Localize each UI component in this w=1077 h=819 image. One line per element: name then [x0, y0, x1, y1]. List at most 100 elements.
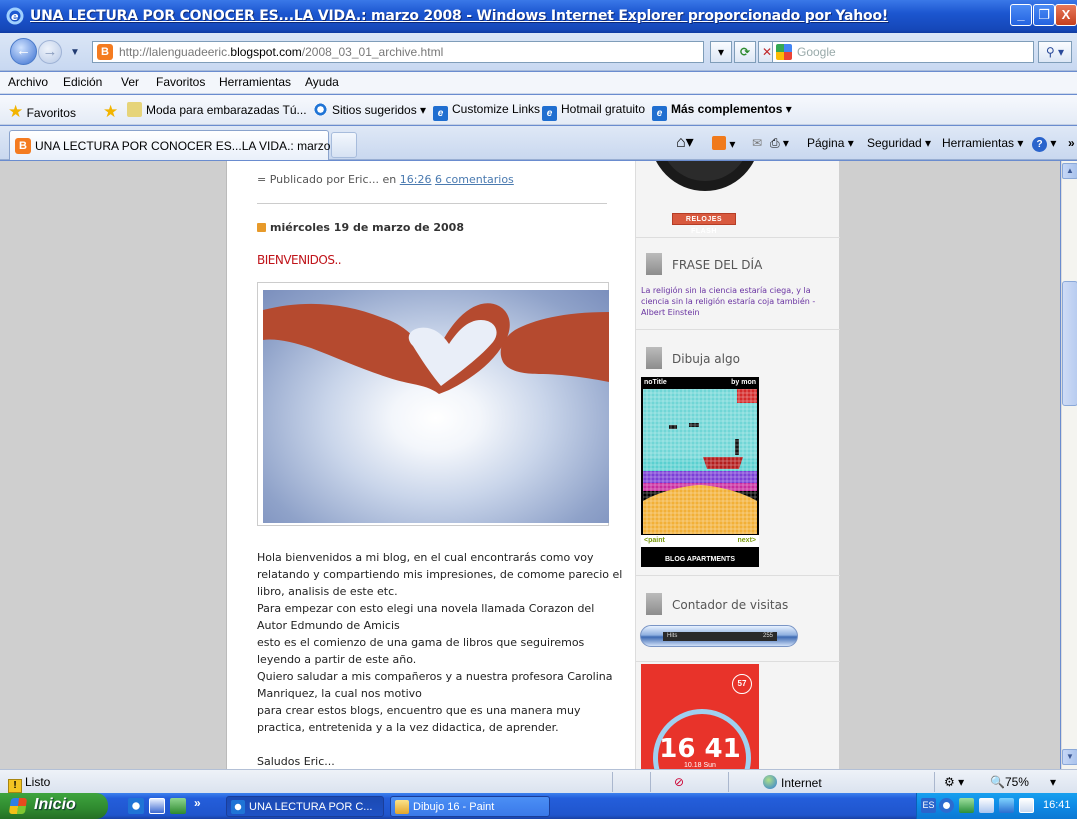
drawing-title: noTitle	[644, 379, 667, 386]
relojes-flash-badge[interactable]: RELOJES FLASH	[672, 213, 736, 235]
back-nav-tray-icon[interactable]	[939, 798, 954, 813]
tab-active[interactable]: B UNA LECTURA POR CONOCER ES...LA VIDA.:…	[9, 130, 344, 160]
drawing-canvas[interactable]	[643, 389, 757, 534]
back-button[interactable]: ←	[10, 38, 37, 65]
widget-count-badge: 57	[732, 674, 752, 694]
tray-clock[interactable]: 16:41	[1043, 799, 1071, 811]
date-icon	[257, 223, 266, 232]
warning-icon: !	[8, 779, 22, 793]
messenger-icon[interactable]	[170, 798, 186, 814]
fav-item-customize[interactable]: e Customize Links	[433, 102, 540, 121]
taskbar-button-ie[interactable]: UNA LECTURA POR C...	[226, 796, 384, 817]
forward-button[interactable]: →	[38, 40, 62, 64]
search-button[interactable]: ⚲ ▾	[1038, 41, 1072, 63]
scroll-down-button[interactable]: ▼	[1062, 749, 1077, 765]
ie-icon: e	[6, 7, 24, 25]
scroll-up-button[interactable]: ▲	[1062, 163, 1077, 179]
sync-icon[interactable]	[999, 798, 1014, 813]
menu-herramientas[interactable]: Herramientas	[219, 75, 291, 89]
widget-date: 10.18 Sun	[684, 762, 716, 769]
frase-text: La religión sin la ciencia estaría ciega…	[641, 286, 816, 317]
mail-icon[interactable]: ✉	[752, 136, 762, 150]
print-icon[interactable]: ⎙ ▾	[770, 136, 789, 151]
menu-archivo[interactable]: Archivo	[8, 75, 48, 89]
tools-menu[interactable]: Herramientas ▾	[942, 136, 1023, 150]
post-time-link[interactable]: 16:26	[400, 173, 432, 186]
close-button[interactable]: X	[1055, 4, 1077, 26]
scroll-thumb[interactable]	[1062, 281, 1077, 406]
divider	[650, 772, 651, 792]
counter-bar: Hits 255	[663, 632, 777, 641]
taskbar-button-paint[interactable]: Dibujo 16 - Paint	[390, 796, 550, 817]
zoom-dropdown-icon[interactable]: ▾	[1050, 775, 1056, 789]
protected-mode-icon[interactable]: ⚙ ▾	[944, 775, 964, 789]
menu-favoritos[interactable]: Favoritos	[156, 75, 205, 89]
windows-flag-icon	[8, 798, 28, 814]
divider	[636, 575, 840, 576]
widget-icon	[646, 347, 662, 369]
fav-item-complementos[interactable]: e Más complementos ▾	[652, 102, 792, 121]
vertical-scrollbar[interactable]: ▲ ▼	[1061, 161, 1077, 769]
google-icon	[776, 44, 792, 60]
zoom-control[interactable]: 🔍75%	[990, 775, 1029, 789]
divider	[934, 772, 935, 792]
drawing-widget[interactable]: noTitle by mon <paint next> BLOG APARTME…	[641, 377, 759, 567]
post-body: Hola bienvenidos a mi blog, en el cual e…	[257, 549, 622, 769]
display-icon[interactable]	[1019, 798, 1034, 813]
clock-counter-widget[interactable]: 57 16 41 10.18 Sun	[641, 664, 759, 769]
quicklaunch-more-icon[interactable]: »	[194, 796, 201, 810]
post-body-line: Para empezar con esto elegi una novela l…	[257, 602, 595, 615]
more-commands-icon[interactable]: »	[1068, 136, 1075, 150]
zone-indicator[interactable]: Internet	[763, 775, 822, 790]
address-dropdown-button[interactable]: ▾	[710, 41, 732, 63]
address-toolbar: ← → ▼ B http://lalenguadeeric.blogspot.c…	[0, 33, 1077, 71]
search-input[interactable]: Google	[772, 41, 1034, 63]
drawing-footer[interactable]: BLOG APARTMENTS	[641, 553, 759, 566]
menu-ayuda[interactable]: Ayuda	[305, 75, 339, 89]
contador-title: Contador de visitas	[646, 593, 788, 615]
fav-item-sitios[interactable]: Sitios sugeridos ▾	[313, 102, 426, 117]
language-icon[interactable]: ES	[921, 798, 936, 813]
post-body-line: esto es el comienzo de una gama de libro…	[257, 636, 585, 649]
network-icon[interactable]	[959, 798, 974, 813]
menu-edicion[interactable]: Edición	[63, 75, 102, 89]
start-button[interactable]: Inicio	[0, 793, 108, 819]
ie-page-icon: e	[433, 106, 448, 121]
favorites-button[interactable]: ★ Favoritos	[8, 102, 76, 122]
post-meta: = Publicado por Eric... en 16:26 6 comen…	[257, 173, 514, 186]
ie-quicklaunch-icon[interactable]	[128, 798, 144, 814]
show-desktop-icon[interactable]	[149, 798, 165, 814]
history-dropdown-icon[interactable]: ▼	[70, 47, 80, 58]
status-bar: ! Listo ⊘ Internet ⚙ ▾ 🔍75% ▾	[0, 769, 1077, 793]
drawing-header: noTitle by mon	[641, 377, 759, 389]
fav-item-hotmail[interactable]: e Hotmail gratuito	[542, 102, 645, 121]
volume-icon[interactable]	[979, 798, 994, 813]
clock-face: 6	[660, 161, 750, 181]
back-arrow-icon: ←	[16, 42, 31, 59]
post-title: BIENVENIDOS..	[257, 253, 342, 267]
clock-widget[interactable]: 6	[650, 161, 760, 191]
visit-counter[interactable]: Hits 255	[640, 625, 798, 647]
tab-title: UNA LECTURA POR CONOCER ES...LA VIDA.: m…	[35, 139, 344, 153]
window-title-bar[interactable]: e UNA LECTURA POR CONOCER ES...LA VIDA.:…	[0, 0, 1077, 33]
post-body-line: leyendo a partir de este año.	[257, 653, 417, 666]
paint-link[interactable]: <paint	[644, 537, 665, 544]
menu-ver[interactable]: Ver	[121, 75, 139, 89]
feeds-icon[interactable]: ▾	[712, 136, 735, 151]
page-menu[interactable]: Página ▾	[807, 136, 854, 150]
refresh-button[interactable]: ⟳	[734, 41, 756, 63]
maximize-button[interactable]: ❐	[1033, 4, 1055, 26]
home-icon[interactable]: ⌂▾	[676, 132, 694, 152]
post-comments-link[interactable]: 6 comentarios	[435, 173, 514, 186]
safety-menu[interactable]: Seguridad ▾	[867, 136, 931, 150]
address-input[interactable]: B http://lalenguadeeric.blogspot.com/200…	[92, 41, 704, 63]
next-link[interactable]: next>	[738, 537, 756, 544]
add-favorite-button[interactable]: ★	[103, 102, 118, 122]
privacy-icon[interactable]: ⊘	[674, 775, 684, 789]
minimize-button[interactable]: _	[1010, 4, 1032, 26]
widget-icon	[646, 253, 662, 275]
help-icon[interactable]: ? ▾	[1032, 136, 1056, 152]
new-tab-button[interactable]	[331, 132, 357, 158]
fav-item-moda[interactable]: Moda para embarazadas Tú...	[127, 102, 307, 117]
drawing-controls: <paint next>	[641, 535, 759, 547]
